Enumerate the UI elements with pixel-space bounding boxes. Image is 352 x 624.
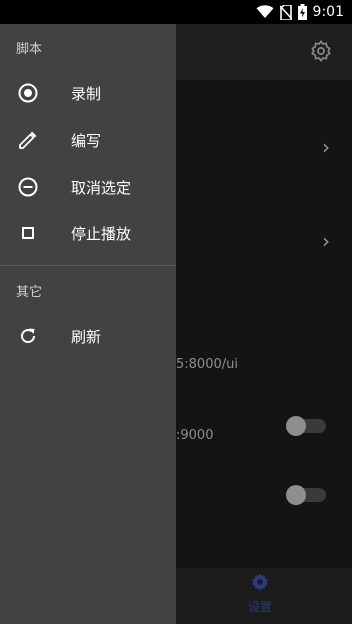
navigation-drawer: 脚本 录制 编写 取消选定 停止播放 其它 刷新 xyxy=(0,24,176,624)
minus-circle-icon xyxy=(17,176,39,198)
drawer-item-record[interactable]: 录制 xyxy=(0,70,176,116)
drawer-item-stop-playback[interactable]: 停止播放 xyxy=(0,210,176,256)
chevron-right-icon[interactable]: › xyxy=(322,137,330,157)
wifi-icon xyxy=(256,5,274,19)
section-header-script: 脚本 xyxy=(16,42,43,57)
status-bar: 9:01 xyxy=(0,0,352,24)
bottom-nav-settings[interactable]: 设置 xyxy=(240,572,280,615)
drawer-item-refresh[interactable]: 刷新 xyxy=(0,313,176,359)
section-header-other: 其它 xyxy=(16,285,43,300)
drawer-item-deselect[interactable]: 取消选定 xyxy=(0,164,176,210)
toggle-switch[interactable] xyxy=(286,485,326,505)
drawer-item-label: 停止播放 xyxy=(71,224,132,243)
chevron-right-icon[interactable]: › xyxy=(322,231,330,251)
settings-icon xyxy=(250,572,270,596)
drawer-item-label: 刷新 xyxy=(71,327,102,346)
pencil-icon xyxy=(17,129,39,151)
drawer-item-label: 录制 xyxy=(71,84,102,103)
drawer-item-edit[interactable]: 编写 xyxy=(0,117,176,163)
refresh-icon xyxy=(17,325,39,347)
status-icons: 9:01 xyxy=(256,0,344,24)
drawer-item-label: 取消选定 xyxy=(71,178,132,197)
stop-icon xyxy=(17,222,39,244)
toggle-knob xyxy=(286,485,306,505)
no-sim-icon xyxy=(279,4,292,20)
section-divider xyxy=(0,265,176,266)
drawer-item-label: 编写 xyxy=(71,131,102,150)
bottom-nav-settings-label: 设置 xyxy=(247,600,272,614)
toggle-switch[interactable] xyxy=(286,416,326,436)
toggle-knob xyxy=(286,416,306,436)
battery-charging-icon xyxy=(297,4,307,20)
port-text: :9000 xyxy=(176,428,214,443)
record-icon xyxy=(17,82,39,104)
settings-gear-icon[interactable] xyxy=(310,40,332,66)
server-address-text: 5:8000/ui xyxy=(176,357,238,372)
clock-time: 9:01 xyxy=(312,4,344,20)
